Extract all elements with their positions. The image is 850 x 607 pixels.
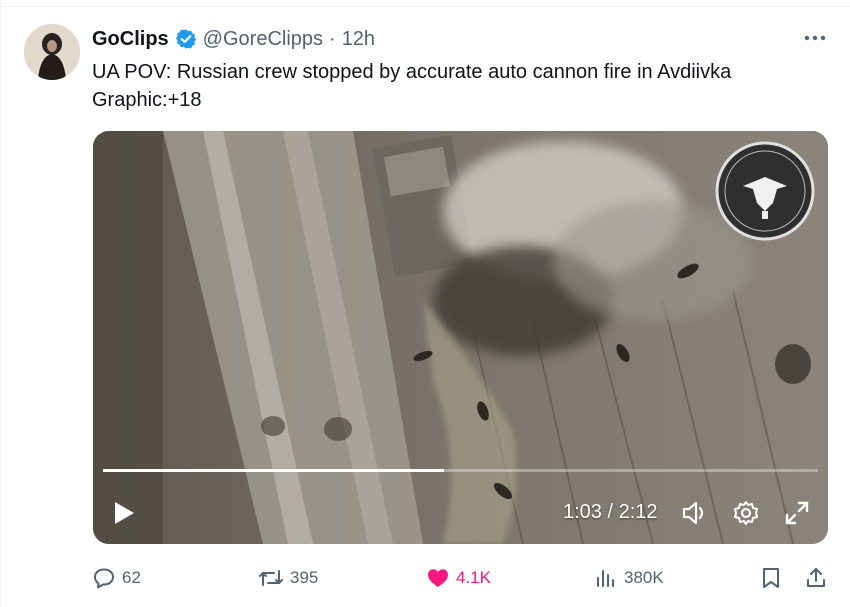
tweet-actions: 62 395 4.1K 380K	[92, 562, 832, 594]
volume-icon[interactable]	[680, 498, 710, 528]
like-count: 4.1K	[456, 568, 491, 587]
avatar-image	[24, 24, 80, 80]
watermark-logo	[715, 141, 815, 241]
play-icon[interactable]	[111, 499, 137, 527]
timestamp[interactable]: 12h	[342, 28, 375, 51]
repost-icon	[259, 570, 283, 586]
display-name[interactable]: GoClips	[92, 28, 169, 51]
handle[interactable]: @GoreClipps	[203, 28, 323, 51]
tweet-header: GoClips @GoreClipps · 12h	[92, 26, 375, 52]
reply-icon	[94, 568, 114, 589]
bookmark-button[interactable]	[760, 562, 782, 594]
like-button[interactable]: 4.1K	[426, 562, 491, 594]
reply-button[interactable]: 62	[92, 562, 141, 594]
video-progress-fill	[103, 469, 445, 472]
video-progress-bar[interactable]	[103, 469, 818, 472]
tweet-top-divider	[0, 6, 850, 7]
verified-badge-icon[interactable]	[175, 28, 197, 50]
video-player[interactable]: 1:03 / 2:12	[93, 131, 828, 544]
share-button[interactable]	[804, 562, 828, 594]
view-count: 380K	[624, 568, 664, 587]
tweet-text-line: UA POV: Russian crew stopped by accurate…	[92, 61, 732, 83]
tweet-text: UA POV: Russian crew stopped by accurate…	[92, 58, 832, 114]
tweet-text-line: Graphic:+18	[92, 89, 202, 111]
fullscreen-icon[interactable]	[783, 499, 811, 527]
share-icon	[807, 568, 825, 587]
repost-button[interactable]: 395	[258, 562, 318, 594]
reply-count: 62	[122, 568, 141, 587]
bookmark-icon	[763, 568, 779, 588]
more-icon[interactable]	[802, 28, 828, 48]
views-icon	[597, 570, 614, 587]
video-frame	[93, 131, 828, 544]
video-time: 1:03 / 2:12	[563, 501, 658, 523]
timeline-border	[0, 0, 1, 607]
separator-dot: ·	[329, 27, 336, 50]
views-button[interactable]: 380K	[594, 562, 664, 594]
settings-gear-icon[interactable]	[732, 499, 760, 527]
repost-count: 395	[290, 568, 319, 587]
heart-icon	[428, 569, 448, 587]
avatar[interactable]	[24, 24, 80, 80]
